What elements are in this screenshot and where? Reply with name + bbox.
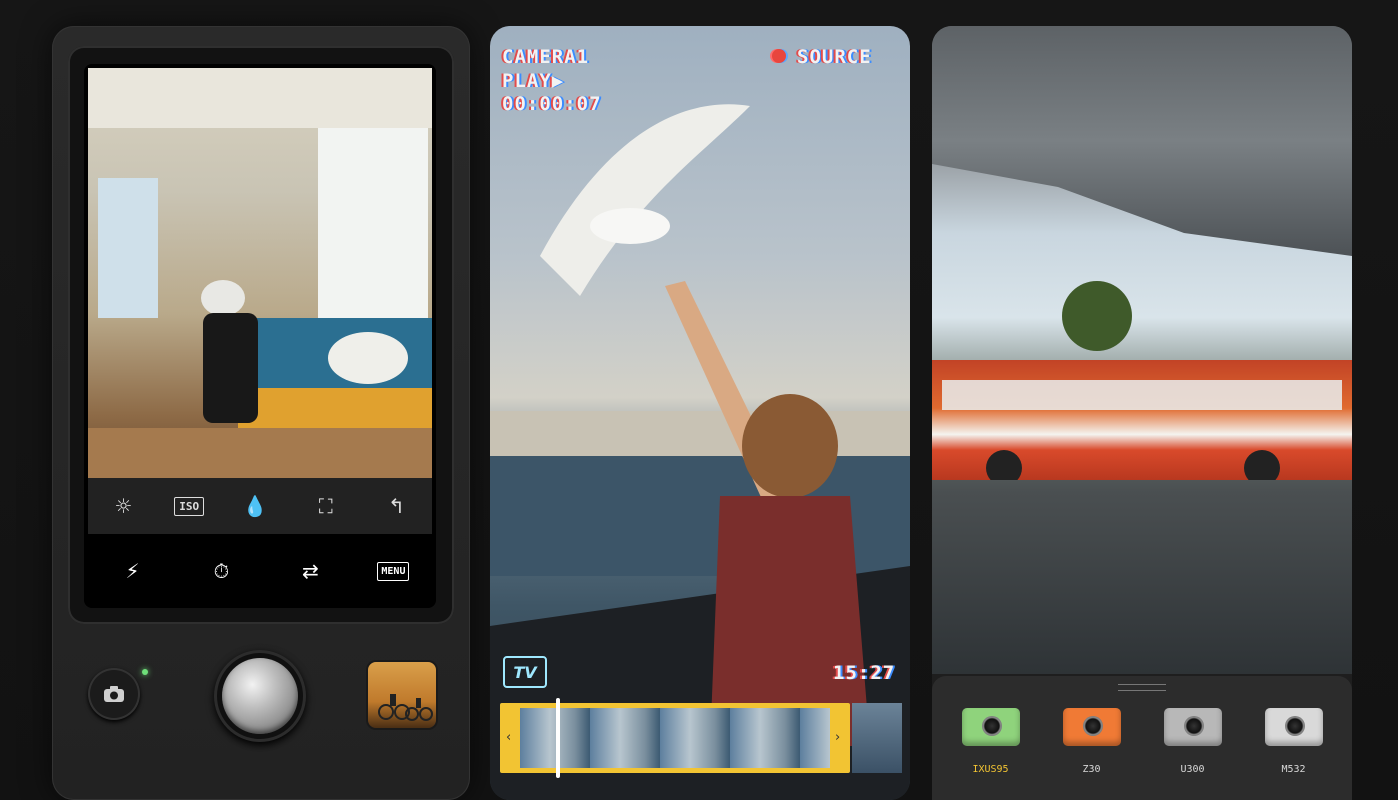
camera-controls-row: ⚡ ⏱ ⇄ MENU [88, 538, 432, 604]
camera-label: U300 [1180, 764, 1205, 775]
camera-label: Z30 [1082, 764, 1101, 775]
flip-camera-icon[interactable]: ⇄ [288, 559, 332, 583]
source-label: SOURCE [797, 46, 872, 68]
camera-option-m532[interactable]: M532 [1254, 708, 1334, 788]
bus-shape [932, 360, 1352, 480]
viewfinder-screen: ☼ ISO 💧 ⛶ ↰ ⚡ ⏱ ⇄ MENU [84, 64, 436, 608]
clock-time: 15:27 [833, 662, 896, 684]
record-dot-icon [772, 49, 786, 63]
timeline-frames [520, 708, 830, 768]
camera-thumb-icon [1062, 708, 1121, 746]
timer-off-icon[interactable]: ⏱ [199, 559, 243, 583]
drag-handle[interactable] [1118, 684, 1166, 691]
camera-option-z30[interactable]: Z30 [1052, 708, 1132, 788]
camera-icon [104, 686, 124, 702]
camera-list: IXUS95 Z30 U300 M532 [940, 708, 1344, 788]
color-drop-icon[interactable]: 💧 [235, 494, 275, 518]
camera-label: CAMERA1 [502, 46, 590, 68]
camera-label: IXUS95 [972, 764, 1009, 775]
train-photo [88, 68, 432, 478]
tree-shape [1062, 281, 1132, 351]
brightness-icon[interactable]: ☼ [103, 494, 143, 518]
playhead[interactable] [556, 698, 560, 778]
trim-right-handle-icon[interactable]: › [835, 730, 840, 745]
status-led [142, 669, 148, 675]
iso-button[interactable]: ISO [174, 496, 205, 516]
play-label: PLAY▶ [502, 70, 565, 92]
camera-thumb-icon [961, 708, 1020, 746]
timecode: 00:00:07 [502, 93, 602, 115]
camera-mode-button[interactable] [88, 668, 140, 720]
timeline-overflow [852, 703, 902, 773]
adjustment-toolbar: ☼ ISO 💧 ⛶ ↰ [88, 478, 432, 534]
trim-left-handle-icon[interactable]: ‹ [506, 730, 511, 745]
camera-thumb-icon [1163, 708, 1222, 746]
camera-option-u300[interactable]: U300 [1153, 708, 1233, 788]
menu-button[interactable]: MENU [377, 561, 410, 581]
camera-label: M532 [1281, 764, 1306, 775]
camera-thumb-icon [1264, 708, 1323, 746]
gallery-thumbnail[interactable] [368, 662, 436, 728]
rotate-icon[interactable]: ↰ [377, 494, 417, 518]
camera-option-ixus95[interactable]: IXUS95 [951, 708, 1031, 788]
flash-icon[interactable]: ⚡ [110, 559, 154, 583]
frame-icon[interactable]: ⛶ [306, 494, 346, 518]
tv-badge: TV [503, 656, 547, 688]
shutter-button[interactable] [222, 658, 298, 734]
